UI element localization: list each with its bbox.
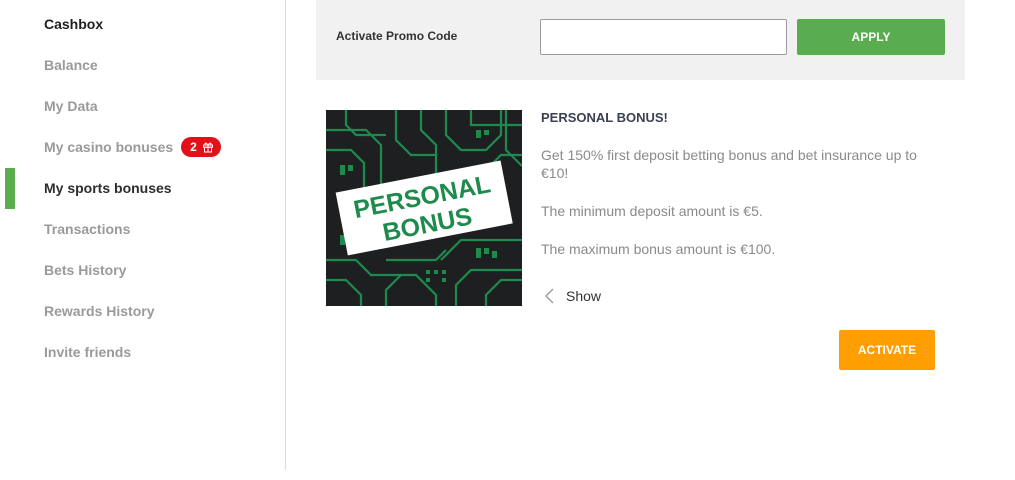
- show-label: Show: [566, 288, 602, 304]
- sidebar-item-invite-friends[interactable]: Invite friends: [44, 340, 131, 364]
- promo-code-panel: Activate Promo Code APPLY: [316, 0, 965, 80]
- promo-code-label: Activate Promo Code: [336, 29, 458, 43]
- sidebar-item-label: Rewards History: [44, 303, 155, 319]
- sidebar-item-label: Invite friends: [44, 344, 132, 360]
- sidebar-item-bets-history[interactable]: Bets History: [44, 258, 126, 282]
- badge-count: 2: [190, 140, 197, 154]
- circuit-graphic: PERSONAL BONUS: [326, 110, 522, 306]
- sidebar-item-label: My casino bonuses: [44, 139, 174, 155]
- sidebar-item-transactions[interactable]: Transactions: [44, 217, 130, 241]
- casino-bonus-count-badge: 2: [181, 137, 221, 157]
- sidebar-item-label: Bets History: [44, 262, 127, 278]
- apply-button[interactable]: APPLY: [797, 19, 945, 55]
- bonus-description: Get 150% first deposit betting bonus and…: [541, 146, 941, 278]
- show-details-toggle[interactable]: Show: [544, 286, 601, 306]
- sidebar-item-rewards-history[interactable]: Rewards History: [44, 299, 154, 323]
- sidebar-item-label: My sports bonuses: [44, 180, 172, 196]
- chevron-left-icon: [545, 288, 554, 304]
- sidebar-item-label: Balance: [44, 57, 98, 73]
- sidebar-item-my-data[interactable]: My Data: [44, 94, 98, 118]
- sidebar: Cashbox Balance My Data My casino bonuse…: [0, 0, 286, 470]
- sidebar-item-cashbox[interactable]: Cashbox: [44, 12, 103, 36]
- sidebar-item-label: Cashbox: [44, 16, 104, 32]
- sidebar-item-label: My Data: [44, 98, 98, 114]
- bonus-description-line: The minimum deposit amount is €5.: [541, 203, 763, 219]
- activate-button[interactable]: ACTIVATE: [839, 330, 935, 370]
- active-indicator: [5, 168, 15, 209]
- promo-code-input[interactable]: [540, 19, 787, 55]
- sidebar-item-balance[interactable]: Balance: [44, 53, 98, 77]
- personal-bonus-image: PERSONAL BONUS: [326, 110, 522, 306]
- gift-icon: [202, 142, 213, 153]
- sidebar-item-my-sports-bonuses[interactable]: My sports bonuses: [44, 176, 172, 200]
- bonus-title: PERSONAL BONUS!: [541, 110, 668, 125]
- bonus-description-line: Get 150% first deposit betting bonus and…: [541, 147, 917, 181]
- bonus-description-line: The maximum bonus amount is €100.: [541, 241, 776, 257]
- sidebar-item-label: Transactions: [44, 221, 131, 237]
- sidebar-item-my-casino-bonuses[interactable]: My casino bonuses 2: [44, 135, 221, 159]
